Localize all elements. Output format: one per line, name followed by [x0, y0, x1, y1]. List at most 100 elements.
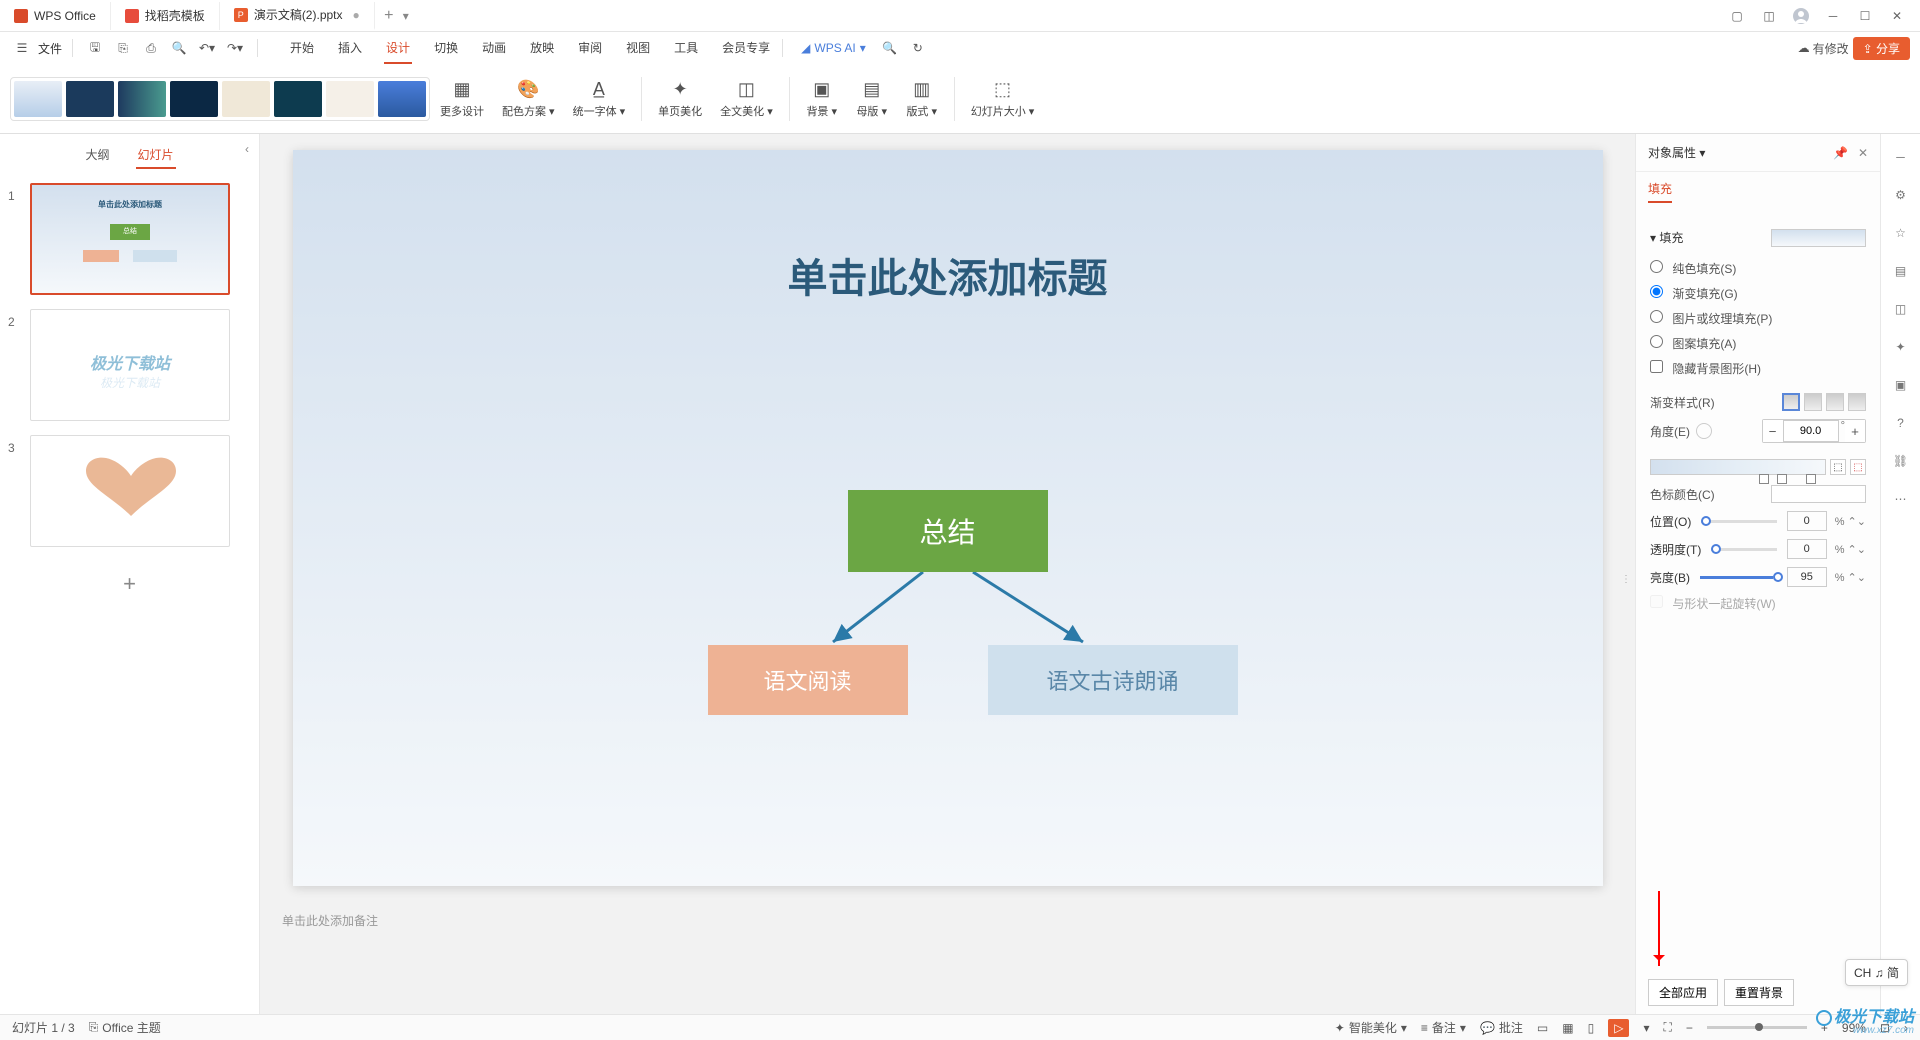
slide-size-button[interactable]: ⬚ 幻灯片大小 ▾ [963, 75, 1043, 123]
gradient-stop[interactable] [1777, 474, 1787, 484]
gradient-stops-bar[interactable] [1650, 459, 1826, 475]
angle-increment[interactable]: + [1845, 420, 1865, 442]
theme-indicator[interactable]: ⎘ Office 主题 [89, 1019, 161, 1036]
notes-toggle[interactable]: ≡ 备注 ▾ [1421, 1019, 1466, 1036]
maximize-button[interactable]: ☐ [1856, 7, 1874, 25]
gradient-stop[interactable] [1806, 474, 1816, 484]
color-scheme-button[interactable]: 🎨 配色方案 ▾ [494, 75, 563, 123]
transparency-slider[interactable] [1711, 548, 1776, 551]
tab-review[interactable]: 审阅 [576, 33, 604, 64]
tab-member[interactable]: 会员专享 [720, 33, 772, 64]
shape-summary[interactable]: 总结 [848, 490, 1048, 572]
fill-preview-swatch[interactable] [1771, 229, 1866, 247]
angle-decrement[interactable]: − [1763, 420, 1783, 442]
pin-icon[interactable]: 📌 [1833, 146, 1848, 160]
tab-start[interactable]: 开始 [288, 33, 316, 64]
crop-icon[interactable]: ▣ [1890, 374, 1912, 396]
slide-thumb-2[interactable]: 极光下载站 极光下载站 [30, 309, 230, 421]
stop-color-picker[interactable] [1771, 485, 1866, 503]
slide-thumb-3[interactable] [30, 435, 230, 547]
cube-icon[interactable]: ◫ [1760, 7, 1778, 25]
adjust-icon[interactable]: ⚙ [1890, 184, 1912, 206]
more-designs-button[interactable]: ▦ 更多设计 [432, 75, 492, 123]
gradient-style-3[interactable] [1826, 393, 1844, 411]
slideshow-button[interactable]: ▷ [1608, 1019, 1629, 1037]
outline-tab[interactable]: 大纲 [83, 142, 111, 169]
zoom-slider[interactable] [1707, 1026, 1807, 1029]
notes-placeholder[interactable]: 单击此处添加备注 [260, 902, 1635, 939]
add-stop-button[interactable]: ⬚ [1830, 459, 1846, 475]
fill-pattern-radio[interactable]: 图案填充(A) [1650, 335, 1736, 352]
vertical-scrollbar-handle[interactable]: ⋮ [1621, 574, 1631, 585]
layout-button[interactable]: ▥ 版式 ▾ [898, 75, 946, 123]
reset-background-button[interactable]: 重置背景 [1724, 979, 1794, 1006]
save-icon[interactable]: 🖫 [83, 36, 107, 60]
file-menu[interactable]: 文件 [38, 40, 62, 57]
doc-beautify-button[interactable]: ◫ 全文美化 ▾ [712, 75, 781, 123]
minimize-button[interactable]: ─ [1824, 7, 1842, 25]
close-panel-icon[interactable]: ✕ [1858, 146, 1868, 160]
view-sorter-icon[interactable]: ▦ [1562, 1021, 1573, 1035]
tab-document[interactable]: P 演示文稿(2).pptx ● [220, 2, 375, 30]
print-icon[interactable]: ⎙ [139, 36, 163, 60]
magic-icon[interactable]: ✦ [1890, 336, 1912, 358]
remove-stop-button[interactable]: ⬚ [1850, 459, 1866, 475]
fill-gradient-radio[interactable]: 渐变填充(G) [1650, 285, 1738, 302]
template-thumb[interactable] [118, 81, 166, 117]
position-value[interactable]: 0 [1787, 511, 1827, 531]
collapse-right-icon[interactable]: ─ [1890, 146, 1912, 168]
close-button[interactable]: ✕ [1888, 7, 1906, 25]
brightness-slider[interactable] [1700, 576, 1777, 579]
template-thumb[interactable] [274, 81, 322, 117]
slide-canvas[interactable]: 单击此处添加标题 总结 语文阅读 语文古诗朗诵 [293, 150, 1603, 886]
undo-icon[interactable]: ↶▾ [195, 36, 219, 60]
template-thumb[interactable] [170, 81, 218, 117]
fit-icon[interactable]: ⛶ [1663, 1020, 1671, 1035]
ime-indicator[interactable]: CH ♫ 简 [1845, 959, 1908, 986]
gradient-style-2[interactable] [1804, 393, 1822, 411]
tab-list-dropdown[interactable]: ▾ [403, 9, 421, 23]
collapse-icon[interactable]: ‹ [245, 142, 249, 156]
share-button[interactable]: ⇪ 分享 [1853, 37, 1910, 60]
star-icon[interactable]: ☆ [1890, 222, 1912, 244]
template-thumb[interactable] [222, 81, 270, 117]
tab-wps-home[interactable]: WPS Office [0, 2, 111, 30]
redo-icon[interactable]: ↷▾ [223, 36, 247, 60]
unify-font-button[interactable]: A̲ 统一字体 ▾ [565, 75, 634, 123]
brightness-value[interactable]: 95 [1787, 567, 1827, 587]
fill-tab[interactable]: 填充 [1648, 180, 1672, 203]
smart-beautify-button[interactable]: ✦ 智能美化 ▾ [1335, 1019, 1407, 1036]
slides-tab[interactable]: 幻灯片 [136, 142, 176, 169]
apply-all-button[interactable]: 全部应用 [1648, 979, 1718, 1006]
fill-picture-radio[interactable]: 图片或纹理填充(P) [1650, 310, 1772, 327]
design-template-gallery[interactable] [10, 77, 430, 121]
fill-section-header[interactable]: ▾ 填充 [1650, 223, 1683, 252]
comments-toggle[interactable]: 💬 批注 [1480, 1019, 1523, 1036]
print-preview-icon[interactable]: 🔍 [167, 36, 191, 60]
image-tool-icon[interactable]: ◫ [1890, 298, 1912, 320]
template-thumb[interactable] [326, 81, 374, 117]
angle-input[interactable] [1783, 420, 1839, 442]
master-button[interactable]: ▤ 母版 ▾ [848, 75, 896, 123]
view-normal-icon[interactable]: ▭ [1537, 1021, 1548, 1035]
angle-dial[interactable] [1696, 423, 1712, 439]
gradient-style-linear[interactable] [1782, 393, 1800, 411]
tab-transition[interactable]: 切换 [432, 33, 460, 64]
export-icon[interactable]: ⎘ [111, 36, 135, 60]
has-changes-button[interactable]: ☁ 有修改 [1798, 40, 1849, 57]
title-placeholder[interactable]: 单击此处添加标题 [293, 246, 1603, 304]
layers-icon[interactable]: ▤ [1890, 260, 1912, 282]
slide-thumb-1[interactable]: 单击此处添加标题 总结 [30, 183, 230, 295]
add-slide-button[interactable]: + [8, 561, 251, 607]
tab-view[interactable]: 视图 [624, 33, 652, 64]
template-thumb[interactable] [14, 81, 62, 117]
wps-ai-button[interactable]: ◢ WPS AI ▾ [793, 41, 874, 55]
help-icon[interactable]: ? [1890, 412, 1912, 434]
tab-docer[interactable]: 找稻壳模板 [111, 2, 220, 30]
close-icon[interactable]: ● [353, 8, 360, 22]
hide-bg-checkbox[interactable]: 隐藏背景图形(H) [1650, 360, 1761, 377]
template-thumb[interactable] [378, 81, 426, 117]
shape-reading[interactable]: 语文阅读 [708, 645, 908, 715]
tab-slideshow[interactable]: 放映 [528, 33, 556, 64]
tab-design[interactable]: 设计 [384, 33, 412, 64]
